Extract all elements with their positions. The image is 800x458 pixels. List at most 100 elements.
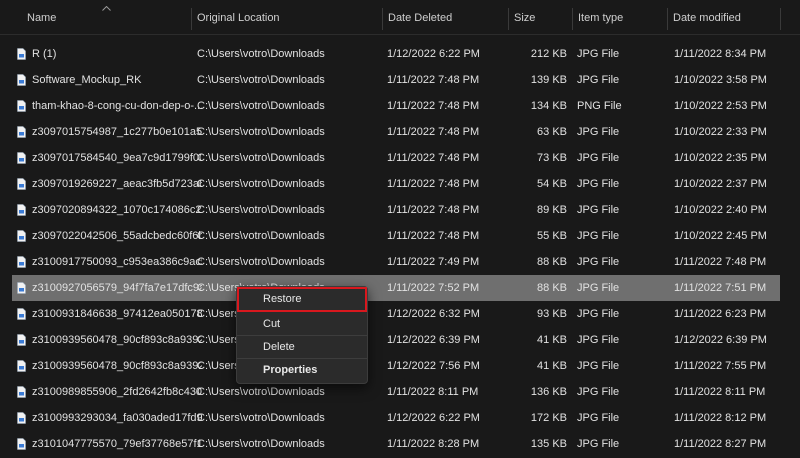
column-divider[interactable] <box>508 8 509 30</box>
column-divider[interactable] <box>667 8 668 30</box>
file-size: 136 KB <box>530 386 567 398</box>
date-deleted: 1/11/2022 7:49 PM <box>387 256 480 268</box>
file-size: 89 KB <box>537 204 567 216</box>
table-row[interactable]: R (1) C:\Users\votro\Downloads 1/12/2022 6… <box>12 41 780 67</box>
original-location: C:\Users\votro\Downloads <box>197 256 325 268</box>
column-divider[interactable] <box>780 8 781 30</box>
file-name: z3097015754987_1c277b0e101a5e... <box>32 126 202 138</box>
table-row[interactable]: z3100989855906_2fd2642fb8c4302... C:\User… <box>12 379 780 405</box>
date-modified: 1/10/2022 3:58 PM <box>674 74 767 86</box>
file-size: 88 KB <box>537 282 567 294</box>
date-modified: 1/11/2022 8:27 PM <box>674 438 767 450</box>
delete-label: Delete <box>263 341 295 353</box>
file-name: z3100917750093_c953ea386c9ac5... <box>32 256 202 268</box>
date-modified: 1/11/2022 6:23 PM <box>674 308 767 320</box>
item-type: JPG File <box>577 152 620 164</box>
file-icon <box>17 256 26 268</box>
file-name: z3100931846638_97412ea050178b... <box>32 308 202 320</box>
column-header-date-deleted[interactable]: Date Deleted <box>388 11 452 25</box>
item-type: JPG File <box>577 48 620 60</box>
column-header-date-modified[interactable]: Date modified <box>673 11 741 25</box>
table-row[interactable]: z3100939560478_90cf893c8a9392d...C:\User… <box>12 353 780 379</box>
date-deleted: 1/11/2022 7:48 PM <box>387 230 480 242</box>
file-name: z3100989855906_2fd2642fb8c4302... <box>32 386 202 398</box>
date-deleted: 1/11/2022 7:48 PM <box>387 100 480 112</box>
file-size: 172 KB <box>530 412 567 424</box>
cut-menu-item[interactable]: Cut <box>237 313 367 336</box>
table-row[interactable]: tham-khao-8-cong-cu-don-dep-o-... C:\User… <box>12 93 780 119</box>
item-type: JPG File <box>577 386 620 398</box>
item-type: JPG File <box>577 360 620 372</box>
file-name: Software_Mockup_RK <box>32 74 142 86</box>
date-deleted: 1/11/2022 7:48 PM <box>387 126 480 138</box>
file-size: 93 KB <box>537 308 567 320</box>
table-row[interactable]: z3100931846638_97412ea050178b...C:\Users… <box>12 301 780 327</box>
original-location: C:\Users\votro\Downloads <box>197 48 325 60</box>
file-name: z3097017584540_9ea7c9d1799f00... <box>32 152 202 164</box>
file-size: 54 KB <box>537 178 567 190</box>
file-icon <box>17 230 26 242</box>
restore-label: Restore <box>263 293 302 305</box>
date-deleted: 1/11/2022 7:48 PM <box>387 178 480 190</box>
column-divider[interactable] <box>572 8 573 30</box>
file-icon <box>17 438 26 450</box>
date-deleted: 1/11/2022 7:48 PM <box>387 74 480 86</box>
file-list: RC:\Users\votro\Downloads1/12/2022 6:22 … <box>0 0 800 458</box>
file-icon <box>17 308 26 320</box>
item-type: JPG File <box>577 74 620 86</box>
original-location: C:\Users\votro\Downloads <box>197 230 325 242</box>
date-deleted: 1/12/2022 6:22 PM <box>387 412 480 424</box>
original-location: C:\Users\votro\Downloads <box>197 74 325 86</box>
table-row[interactable]: z3100927056579_94f7fa7e17dfc9a...C:\User… <box>12 275 780 301</box>
date-deleted: 1/12/2022 6:39 PM <box>387 334 480 346</box>
table-row[interactable]: z3097017584540_9ea7c9d1799f00... C:\Users… <box>12 145 780 171</box>
sort-up-icon[interactable] <box>102 6 111 11</box>
table-row[interactable]: z3097015754987_1c277b0e101a5e... C:\Users… <box>12 119 780 145</box>
restore-menu-item[interactable]: Restore <box>237 287 367 312</box>
file-icon <box>17 386 26 398</box>
original-location: C:\Users\votro\Downloads <box>197 100 325 112</box>
properties-menu-item[interactable]: Properties <box>237 359 367 382</box>
file-name: z3097019269227_aeac3fb5d723a6... <box>32 178 202 190</box>
file-icon <box>17 100 26 112</box>
file-name: tham-khao-8-cong-cu-don-dep-o-... <box>32 100 202 112</box>
table-row[interactable]: z3097019269227_aeac3fb5d723a6... C:\Users… <box>12 171 780 197</box>
file-name: z3100927056579_94f7fa7e17dfc9a... <box>32 282 202 294</box>
file-size: 73 KB <box>537 152 567 164</box>
table-row[interactable]: z3097020894322_1070c174086c2c... C:\Users… <box>12 197 780 223</box>
column-divider[interactable] <box>382 8 383 30</box>
column-header-name[interactable]: Name <box>27 11 56 25</box>
table-row[interactable]: z3100939560478_90cf893c8a9392d...C:\User… <box>12 327 780 353</box>
original-location: C:\Users\votro\Downloads <box>197 204 325 216</box>
date-deleted: 1/11/2022 7:48 PM <box>387 152 480 164</box>
column-header-item-type[interactable]: Item type <box>578 11 623 25</box>
column-divider[interactable] <box>191 8 192 30</box>
date-modified: 1/11/2022 8:12 PM <box>674 412 767 424</box>
delete-menu-item[interactable]: Delete <box>237 336 367 359</box>
file-icon <box>17 48 26 60</box>
column-header-bar: Name Original Location Date Deleted Size… <box>0 0 800 35</box>
table-row[interactable]: z3101047775570_79ef37768e57f1b... C:\User… <box>12 431 780 457</box>
column-header-location[interactable]: Original Location <box>197 11 280 25</box>
properties-label: Properties <box>263 364 318 376</box>
file-icon <box>17 204 26 216</box>
table-row[interactable]: z3100993293034_fa030aded17fd9... C:\Users… <box>12 405 780 431</box>
item-type: JPG File <box>577 230 620 242</box>
table-row[interactable]: z3097022042506_55adcbedc60f6b... C:\Users… <box>12 223 780 249</box>
table-row[interactable]: Software_Mockup_RK C:\Users\votro\Downloa… <box>12 67 780 93</box>
original-location: C:\Users\votro\Downloads <box>197 438 325 450</box>
table-row[interactable]: z3100917750093_c953ea386c9ac5... C:\Users… <box>12 249 780 275</box>
date-modified: 1/11/2022 7:55 PM <box>674 360 767 372</box>
file-name: z3101047775570_79ef37768e57f1b... <box>32 438 202 450</box>
file-size: 41 KB <box>537 360 567 372</box>
date-modified: 1/10/2022 2:45 PM <box>674 230 767 242</box>
date-modified: 1/10/2022 2:53 PM <box>674 100 767 112</box>
file-icon <box>17 178 26 190</box>
column-header-size[interactable]: Size <box>514 11 535 25</box>
date-deleted: 1/11/2022 7:52 PM <box>387 282 480 294</box>
date-deleted: 1/12/2022 6:22 PM <box>387 48 480 60</box>
cut-label: Cut <box>263 318 281 330</box>
item-type: JPG File <box>577 438 620 450</box>
file-size: 134 KB <box>530 100 567 112</box>
file-icon <box>17 360 26 372</box>
